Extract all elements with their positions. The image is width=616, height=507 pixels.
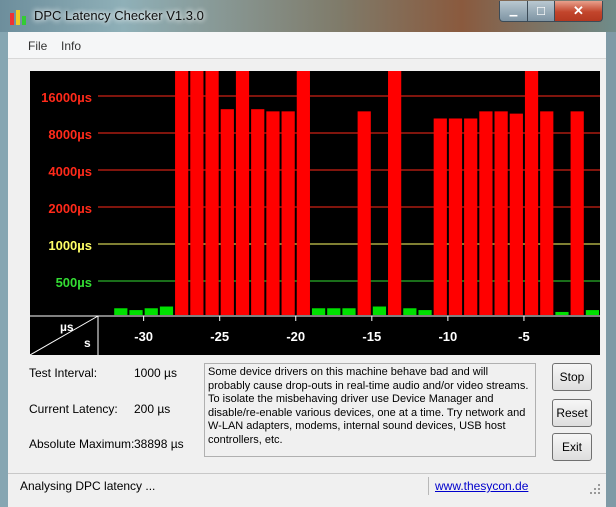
bar — [159, 306, 174, 315]
close-icon: ✕ — [573, 3, 584, 18]
bar — [540, 111, 554, 315]
bar — [555, 311, 569, 315]
x-tick-label: -10 — [438, 329, 457, 344]
absolute-maximum-label: Absolute Maximum: — [29, 437, 135, 451]
bar — [327, 308, 341, 315]
latency-chart-svg: 16000µs 8000µs 4000µs 2000µs 1000µs 500µs µss -… — [30, 71, 600, 355]
website-link[interactable]: www.thesycon.de — [435, 479, 528, 493]
current-latency-label: Current Latency: — [29, 402, 118, 416]
app-window: DPC Latency Checker V1.3.0 ▁ ☐ ✕ File In… — [0, 0, 616, 507]
bar — [494, 111, 508, 315]
bar — [372, 306, 387, 315]
maximize-button[interactable]: ☐ — [527, 1, 555, 22]
test-interval-value: 1000 µs — [134, 366, 177, 380]
status-text: Analysing DPC latency ... — [20, 479, 156, 493]
bar — [403, 308, 417, 315]
status-bar: Analysing DPC latency ... www.thesycon.d… — [8, 473, 606, 498]
exit-button[interactable]: Exit — [552, 433, 592, 461]
status-separator — [428, 477, 429, 495]
description-text: Some device drivers on this machine beha… — [204, 363, 536, 457]
bar — [418, 310, 432, 315]
y-tick-label: 16000µs — [41, 90, 92, 105]
bar — [509, 113, 523, 315]
minimize-button[interactable]: ▁ — [499, 1, 528, 22]
menu-bar: File Info — [8, 32, 606, 59]
bar — [175, 71, 189, 315]
bar — [251, 109, 265, 315]
bar — [448, 118, 463, 315]
window-title: DPC Latency Checker V1.3.0 — [34, 8, 204, 23]
bar — [524, 71, 539, 315]
app-icon — [10, 10, 26, 25]
bar — [114, 308, 128, 315]
maximize-icon: ☐ — [536, 5, 546, 18]
bar — [235, 71, 250, 315]
bar — [433, 118, 447, 315]
y-tick-label: 1000µs — [48, 238, 92, 253]
stop-button[interactable]: Stop — [552, 363, 592, 391]
x-tick-label: -15 — [362, 329, 381, 344]
resize-grip-icon[interactable] — [588, 484, 602, 496]
minimize-icon: ▁ — [509, 5, 518, 17]
window-frame-right — [606, 32, 616, 507]
bar — [479, 111, 493, 315]
bar — [357, 111, 371, 315]
y-tick-label: 8000µs — [48, 127, 92, 142]
test-interval-label: Test Interval: — [29, 366, 98, 380]
bar — [266, 111, 280, 315]
bar — [190, 71, 204, 315]
bar — [464, 118, 478, 315]
bar — [570, 111, 584, 315]
x-tick-label: -30 — [134, 329, 153, 344]
bar — [388, 71, 402, 315]
x-tick-label: -25 — [210, 329, 229, 344]
y-tick-label: 2000µs — [48, 201, 92, 216]
bar — [205, 71, 219, 315]
bar — [296, 71, 310, 315]
latency-chart: 16000µs 8000µs 4000µs 2000µs 1000µs 500µs µs s -… — [30, 71, 600, 355]
reset-button[interactable]: Reset — [552, 399, 592, 427]
bar — [311, 308, 326, 315]
menu-file[interactable]: File — [28, 39, 47, 53]
y-axis-unit-label: µs — [60, 320, 74, 334]
x-axis-unit-label: s — [84, 336, 91, 350]
menu-info[interactable]: Info — [61, 39, 81, 53]
absolute-maximum-value: 38898 µs — [134, 437, 184, 451]
bar — [342, 308, 356, 315]
y-tick-label: 4000µs — [48, 164, 92, 179]
bar — [585, 310, 599, 315]
bar — [220, 109, 234, 315]
close-button[interactable]: ✕ — [554, 1, 603, 22]
x-tick-label: -5 — [518, 329, 530, 344]
title-bar[interactable]: DPC Latency Checker V1.3.0 ▁ ☐ ✕ — [0, 0, 616, 32]
window-frame-left — [0, 32, 8, 507]
y-tick-label: 500µs — [56, 275, 92, 290]
x-tick-label: -20 — [286, 329, 305, 344]
client-area: File Info 16000µs 8000µs 4000µs 2000µs 1000µ… — [8, 32, 606, 507]
current-latency-value: 200 µs — [134, 402, 171, 416]
bar — [129, 310, 143, 315]
bar — [144, 308, 158, 315]
bar — [281, 111, 295, 315]
